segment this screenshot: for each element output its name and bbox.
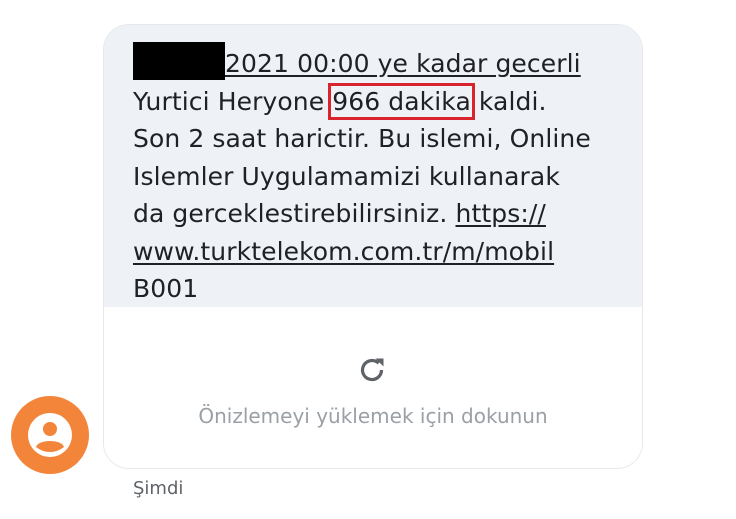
- message-timestamp: Şimdi: [133, 478, 184, 499]
- message-screen: 2021 00:00 ye kadar gecerli Yurtici Hery…: [0, 0, 736, 519]
- date-link[interactable]: 2021 00:00 ye kadar gecerli: [225, 49, 581, 78]
- message-line-1: 2021 00:00 ye kadar gecerli: [133, 42, 622, 83]
- message-bubble[interactable]: 2021 00:00 ye kadar gecerli Yurtici Hery…: [103, 24, 643, 469]
- link-preview[interactable]: Önizlemeyi yüklemek için dokunun: [104, 307, 642, 468]
- redacted-block: [133, 42, 225, 80]
- url-link-part-2[interactable]: www.turktelekom.com.tr/m/mobil: [133, 237, 554, 266]
- message-text-segment: Yurtici Heryone: [133, 86, 333, 116]
- message-line-3: Son 2 saat harictir. Bu islemi, Online: [133, 124, 591, 153]
- url-link-part-1[interactable]: https://: [456, 199, 546, 228]
- message-line-2: Yurtici Heryone 966 dakika kaldi.: [133, 82, 622, 121]
- message-text-segment: kaldi.: [470, 86, 547, 116]
- message-line-6: www.turktelekom.com.tr/m/mobil: [133, 233, 622, 271]
- message-line-4: Islemler Uygulamamizi kullanarak: [133, 161, 560, 191]
- message-line-7: B001: [133, 274, 199, 303]
- person-icon: [28, 413, 72, 457]
- refresh-icon[interactable]: [356, 354, 388, 386]
- message-body: 2021 00:00 ye kadar gecerli Yurtici Hery…: [104, 25, 642, 307]
- preview-load-label[interactable]: Önizlemeyi yüklemek için dokunun: [104, 404, 642, 428]
- message-text-segment: da gerceklestirebilirsiniz.: [133, 199, 456, 228]
- sender-avatar[interactable]: [11, 396, 89, 474]
- message-line-5: da gerceklestirebilirsiniz. https://: [133, 195, 622, 233]
- highlighted-minutes: 966 dakika: [328, 82, 475, 120]
